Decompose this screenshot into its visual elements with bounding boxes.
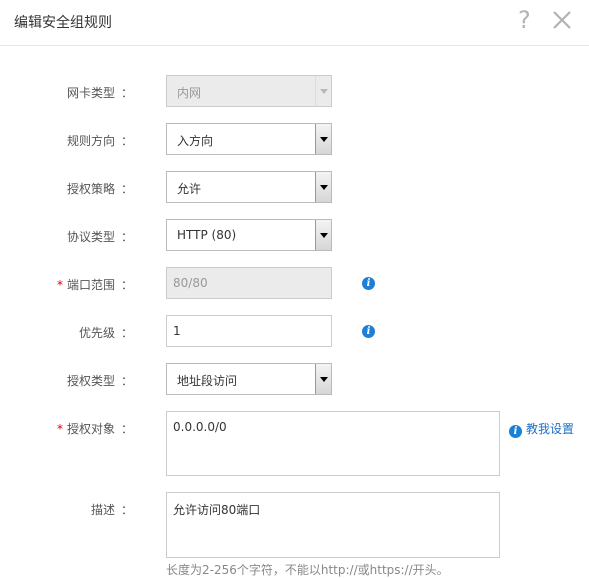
- direction-select[interactable]: 入方向: [166, 123, 332, 155]
- auth-type-value: 地址段访问: [177, 374, 238, 388]
- policy-value: 允许: [177, 182, 202, 196]
- description-label: 描述：: [90, 503, 133, 517]
- dialog-header: 编辑安全组规则 ?: [0, 0, 589, 46]
- nic-type-select[interactable]: 内网: [166, 75, 332, 107]
- info-icon[interactable]: i: [362, 325, 375, 338]
- info-icon[interactable]: i: [362, 277, 375, 290]
- priority-input[interactable]: 1: [166, 315, 332, 347]
- protocol-label: 协议类型：: [66, 230, 133, 244]
- description-hint: 长度为2-256个字符，不能以http://或https://开头。: [166, 563, 449, 577]
- help-icon[interactable]: ?: [518, 4, 531, 36]
- description-value: 允许访问80端口: [173, 503, 261, 517]
- auth-object-label: * 授权对象：: [56, 422, 133, 436]
- teach-me-link[interactable]: i 教我设置: [509, 420, 574, 438]
- chevron-down-icon: [315, 76, 331, 106]
- auth-type-label: 授权类型：: [66, 374, 133, 388]
- auth-object-textarea[interactable]: 0.0.0.0/0: [166, 411, 500, 476]
- chevron-down-icon[interactable]: [315, 220, 331, 250]
- required-mark: *: [56, 278, 63, 292]
- chevron-down-icon[interactable]: [315, 172, 331, 202]
- direction-value: 入方向: [177, 134, 214, 148]
- info-icon: i: [509, 425, 522, 438]
- teach-me-label: 教我设置: [526, 422, 575, 436]
- chevron-down-icon[interactable]: [315, 124, 331, 154]
- priority-label: 优先级：: [78, 326, 133, 340]
- dialog-title: 编辑安全组规则: [14, 15, 112, 31]
- nic-type-value: 内网: [177, 86, 202, 100]
- nic-type-label: 网卡类型：: [66, 86, 133, 100]
- required-mark: *: [56, 422, 63, 436]
- port-range-input[interactable]: 80/80: [166, 267, 332, 299]
- auth-object-value: 0.0.0.0/0: [173, 420, 227, 434]
- auth-type-select[interactable]: 地址段访问: [166, 363, 332, 395]
- protocol-select[interactable]: HTTP (80): [166, 219, 332, 251]
- port-range-label: * 端口范围：: [56, 278, 133, 292]
- policy-label: 授权策略：: [66, 182, 133, 196]
- edit-security-group-rule-dialog: 编辑安全组规则 ? 网卡类型： 内网 规则方向： 入方向 授权策略： 允许 协议…: [0, 0, 589, 577]
- chevron-down-icon[interactable]: [315, 364, 331, 394]
- policy-select[interactable]: 允许: [166, 171, 332, 203]
- protocol-value: HTTP (80): [177, 228, 237, 242]
- description-textarea[interactable]: 允许访问80端口: [166, 492, 500, 558]
- priority-value: 1: [173, 324, 181, 338]
- direction-label: 规则方向：: [66, 134, 133, 148]
- port-range-value: 80/80: [173, 276, 208, 290]
- close-icon[interactable]: [552, 10, 572, 30]
